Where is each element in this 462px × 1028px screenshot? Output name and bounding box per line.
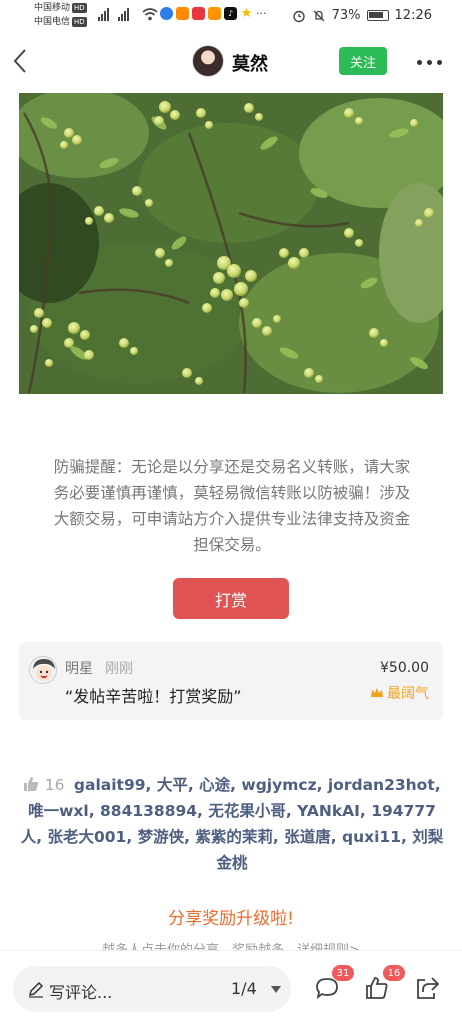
reward-button[interactable]: 打赏 [173,578,289,619]
battery-percent: 73% [331,8,361,23]
reward-time: 刚刚 [105,661,133,677]
post-image-jujube-tree[interactable] [19,93,443,394]
share-reward-rules-link[interactable]: 越多人点击你的分享，奖励越多，详细规则> [0,940,462,950]
clock: 12:26 [394,8,432,23]
star-icon: ★ [240,6,253,21]
page-indicator[interactable]: 1/4 [231,979,257,998]
author-avatar[interactable] [192,45,224,77]
battery-icon [366,10,389,21]
reward-message: “发帖辛苦啦！打赏奖励” [65,687,242,706]
thumbs-up-icon [24,777,39,791]
follow-button[interactable]: 关注 [339,47,387,75]
bottom-action-bar: 写评论... 1/4 31 16 [0,950,462,1028]
carrier-2: 中国电信 HD [34,17,87,27]
status-bar: 中国移动 HD 中国电信 HD ♪ ★ ··· 73% 12:26 [0,0,462,34]
pencil-icon [28,981,44,998]
share-icon[interactable] [414,975,440,1001]
more-notifications-icon: ··· [256,7,267,20]
chevron-down-icon[interactable] [271,986,281,993]
crown-icon [371,688,383,697]
jujube-photo [19,93,443,394]
mute-icon [313,10,325,21]
signal-icon [118,7,129,21]
rewarder-name[interactable]: 明星 [65,658,93,678]
app-icon [192,7,205,20]
post-header: 莫然 关注 [0,34,462,90]
notification-app-icons: ♪ ★ ··· [160,6,267,21]
liker-names[interactable]: galait99, 大平, 心途, wgjymcz, jordan23hot, … [21,776,444,872]
status-right: 73% 12:26 [292,8,432,23]
top-reward-badge-label: 最阔气 [387,686,429,702]
alarm-icon [292,10,305,22]
app-icon [160,7,173,20]
top-reward-badge: 最阔气 [370,683,429,703]
tiktok-icon: ♪ [224,7,237,20]
rewarder-avatar[interactable] [29,656,57,684]
author-name[interactable]: 莫然 [232,50,268,76]
wifi-icon [142,8,158,21]
app-icon [208,7,221,20]
reward-card: 明星 刚刚 “发帖辛苦啦！打赏奖励” ¥50.00 最阔气 [19,642,443,720]
anti-fraud-warning: 防骗提醒：无论是以分享还是交易名义转账，请大家务必要谨慎再谨慎，莫轻易微信转账以… [53,458,411,554]
like-count: 16 [44,776,65,794]
like-count-badge: 16 [383,965,405,981]
carrier-1: 中国移动 HD [34,3,87,13]
share-reward-title: 分享奖励升级啦! [168,909,294,929]
comment-placeholder: 写评论... [49,983,113,1002]
likers-list: 16 galait99, 大平, 心途, wgjymcz, jordan23ho… [20,772,444,876]
comment-count-badge: 31 [332,965,354,981]
reward-amount: ¥50.00 [380,660,429,676]
avatar-face-icon [30,657,56,683]
app-icon [176,7,189,20]
back-arrow-icon[interactable] [10,46,34,76]
signal-icon [98,7,109,21]
comment-input[interactable]: 写评论... 1/4 [13,966,291,1012]
more-options-icon[interactable] [417,60,442,65]
